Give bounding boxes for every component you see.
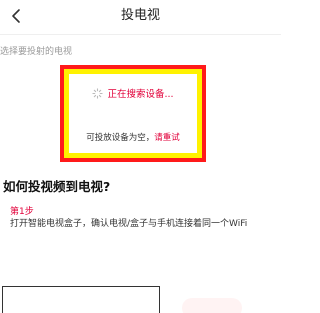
illustration-decoration [182,298,242,313]
searching-status: 正在搜索设备... [69,86,197,100]
cast-to-tv-screen: 投电视 选择要投射的电视 正在搜索设备... 可投放设备为空，请重试 如何投视频… [0,0,281,313]
select-tv-label: 选择要投射的电视 [0,47,73,57]
empty-device-text: 可投放设备为空， [86,133,155,143]
step-1-description: 打开智能电视盒子，确认电视/盒子与手机连接着同一个WiFi [10,219,248,229]
device-search-content: 正在搜索设备... 可投放设备为空，请重试 [69,74,197,153]
header-bar: 投电视 [0,0,281,35]
page-title: 投电视 [120,8,160,23]
loading-spinner-icon [92,87,104,99]
step-1-label: 第1步 [10,207,34,217]
searching-text: 正在搜索设备... [107,89,174,100]
tv-illustration [2,286,160,313]
howto-title: 如何投视频到电视? [3,179,111,194]
empty-device-message: 可投放设备为空，请重试 [69,131,197,143]
retry-link[interactable]: 请重试 [154,133,180,143]
device-search-panel: 正在搜索设备... 可投放设备为空，请重试 [60,65,206,162]
